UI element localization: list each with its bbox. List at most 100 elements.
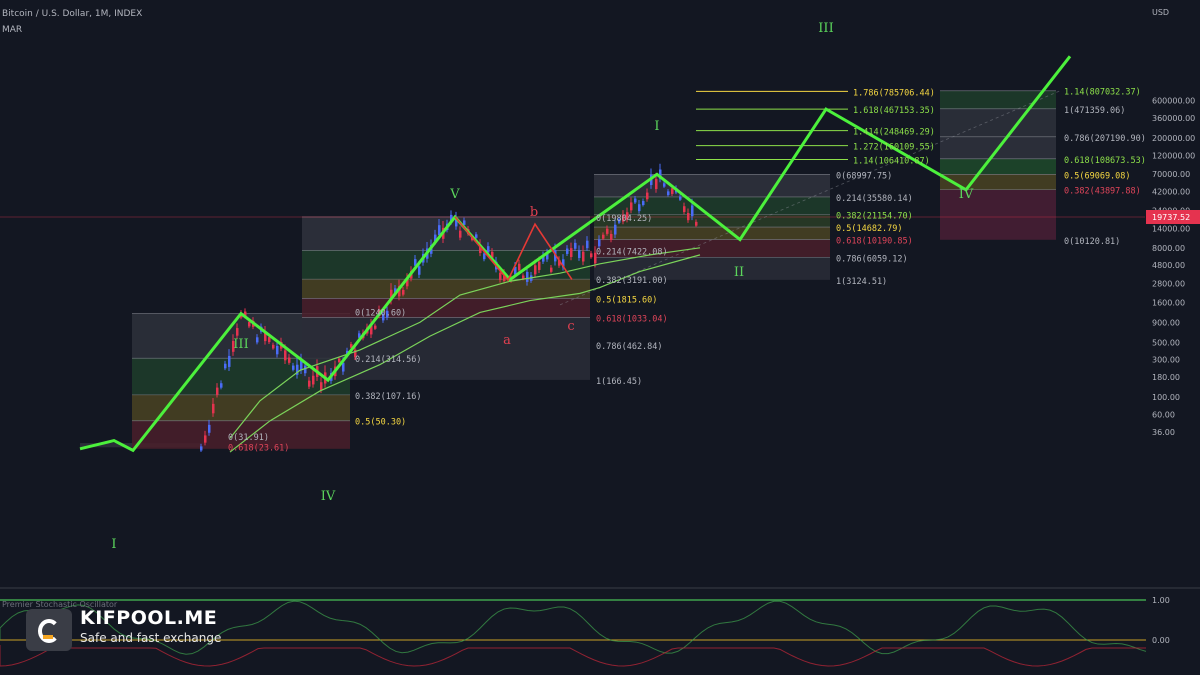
fib-level-label: 0(10120.81) <box>1064 237 1120 247</box>
candle <box>602 234 605 239</box>
y-tick-label: 100.00 <box>1152 393 1180 402</box>
y-tick-label: 360000.00 <box>1152 114 1195 123</box>
candle <box>518 263 521 271</box>
fib-band <box>940 108 1056 137</box>
candle <box>475 234 478 238</box>
fib-band <box>302 279 590 299</box>
osc-tick-label: 1.00 <box>1152 596 1170 605</box>
fib-level-label: 0.618(10190.85) <box>836 237 913 247</box>
fib-level-label: 0.382(43897.88) <box>1064 187 1141 197</box>
candle <box>200 446 203 451</box>
fib-level-label: 0.786(462.84) <box>596 342 663 352</box>
fib-level-label: 1(166.45) <box>596 377 642 387</box>
y-tick-label: 600000.00 <box>1152 97 1195 106</box>
candle <box>308 380 311 387</box>
fib-level-label: 0.214(35580.14) <box>836 194 913 204</box>
wave-label: I <box>111 537 116 552</box>
candle <box>671 188 674 194</box>
currency-label: USD <box>1152 8 1169 17</box>
y-tick-label: 2800.00 <box>1152 280 1185 289</box>
wave-label: c <box>567 319 574 334</box>
fib-level-label: 0.214(7422.08) <box>596 247 668 257</box>
candle <box>614 224 617 235</box>
y-tick-label: 36.00 <box>1152 428 1175 437</box>
candle <box>550 267 553 272</box>
candle <box>228 355 231 367</box>
candle <box>630 202 633 211</box>
fib-band <box>940 174 1056 190</box>
candle <box>374 325 377 329</box>
candle <box>606 228 609 234</box>
wave-label: III <box>818 21 833 36</box>
candle <box>276 345 279 355</box>
wave-label: a <box>503 333 511 348</box>
brand-tagline: Safe and fast exchange <box>80 631 222 645</box>
y-tick-label: 14000.00 <box>1152 225 1190 234</box>
candle <box>220 383 223 388</box>
fib-band <box>302 216 590 251</box>
y-tick-label: 8000.00 <box>1152 244 1185 253</box>
candle <box>663 183 666 187</box>
candle <box>268 337 271 343</box>
y-tick-label: 300.00 <box>1152 356 1180 365</box>
candle <box>248 322 251 327</box>
y-tick-label: 60.00 <box>1152 411 1175 420</box>
fib-level-label: 0.5(1815.60) <box>596 295 657 305</box>
fib-band <box>594 227 830 240</box>
candle <box>695 221 698 226</box>
fib-level-label: 0.214(314.56) <box>355 355 422 365</box>
wave-label: IV <box>321 489 336 504</box>
y-tick-label: 500.00 <box>1152 338 1180 347</box>
candle <box>679 196 682 200</box>
wave-label: b <box>530 205 538 220</box>
price-axis[interactable]: USD 600000.00 360000.00 200000.00 120000.00 7… <box>1146 0 1200 675</box>
wave-label: III <box>233 337 248 352</box>
fib-level-label: 1.272(160109.55) <box>853 143 935 153</box>
y-tick-label: 4800.00 <box>1152 261 1185 270</box>
wave-label: IV <box>959 187 974 202</box>
candle <box>634 198 637 203</box>
candle <box>574 242 577 249</box>
candle <box>224 363 227 369</box>
candle <box>598 239 601 247</box>
candle <box>208 424 211 433</box>
candle <box>256 337 259 343</box>
price-chart[interactable]: 0(31.91)0.618(23.61) 0(1240.60) 0.214(314.… <box>0 0 1200 675</box>
fib-band <box>302 298 590 318</box>
candle <box>459 230 462 238</box>
candle <box>538 261 541 270</box>
candle <box>642 201 645 206</box>
candle <box>586 240 589 249</box>
fib-level-label: 1.786(785706.44) <box>853 88 935 98</box>
candle <box>292 365 295 370</box>
brand-logo-icon <box>26 609 72 651</box>
y-tick-label: 70000.00 <box>1152 170 1190 179</box>
fib-level-label: 0(1240.60) <box>355 308 406 318</box>
candle <box>646 192 649 200</box>
candle <box>216 387 219 395</box>
candle <box>566 248 569 254</box>
candle <box>683 206 686 213</box>
fib-band <box>594 196 830 215</box>
fib-level-label: 0.786(207190.90) <box>1064 134 1146 144</box>
fib-level-label: 1.14(807032.37) <box>1064 87 1141 97</box>
candle <box>655 179 658 190</box>
candle <box>402 289 405 295</box>
candle <box>638 204 641 212</box>
candle <box>483 253 486 260</box>
candle <box>691 205 694 217</box>
y-tick-label: 900.00 <box>1152 318 1180 327</box>
wave-label: I <box>654 119 659 134</box>
fib-level-label: 0.382(107.16) <box>355 392 422 402</box>
fib-level-label: 0.618(23.61) <box>228 443 289 453</box>
y-tick-label: 200000.00 <box>1152 134 1195 143</box>
candle <box>667 191 670 196</box>
candle <box>534 265 537 275</box>
candle <box>288 357 291 363</box>
candle <box>578 250 581 258</box>
chart-title: Bitcoin / U.S. Dollar, 1M, INDEX <box>2 9 143 19</box>
candle <box>320 382 323 391</box>
candle <box>526 271 529 282</box>
candle <box>338 358 341 363</box>
current-price-value: 19737.52 <box>1152 213 1190 222</box>
